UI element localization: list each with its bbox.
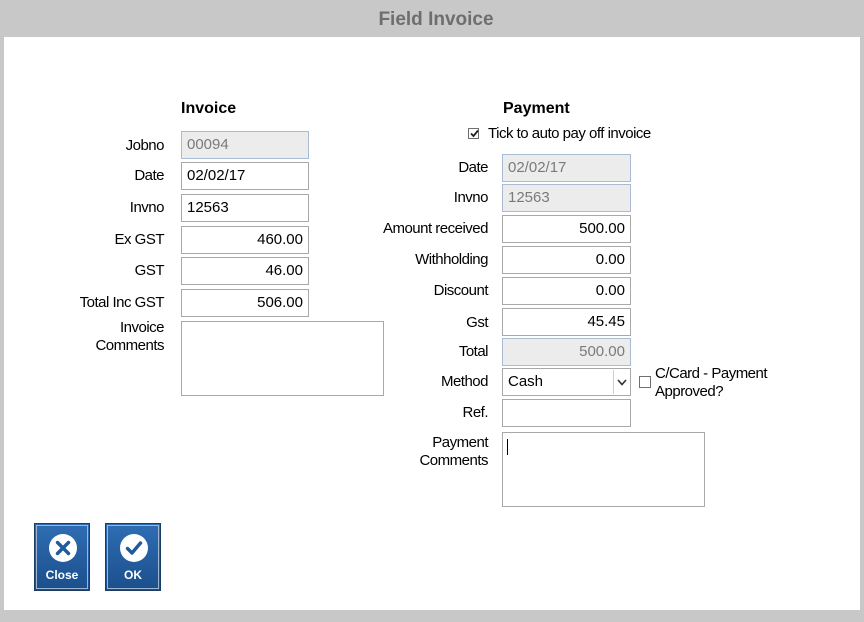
- payment-comments-label-line1: Payment: [432, 434, 488, 451]
- payment-comments-textarea[interactable]: [502, 432, 705, 507]
- payment-date-label: Date: [458, 159, 488, 176]
- payment-heading: Payment: [503, 100, 570, 117]
- invoice-invno-field[interactable]: 12563: [181, 194, 309, 222]
- amount-received-label: Amount received: [382, 220, 489, 237]
- invoice-comments-textarea[interactable]: [181, 321, 384, 396]
- payment-date-field: 02/02/17: [502, 154, 631, 182]
- payment-total-label: Total: [458, 343, 489, 360]
- auto-pay-label: Tick to auto pay off invoice: [488, 125, 651, 142]
- exgst-label: Ex GST: [114, 231, 164, 248]
- field-invoice-dialog: Field Invoice Invoice Jobno 00094 Date 0…: [0, 0, 864, 622]
- invoice-invno-label: Invno: [129, 199, 165, 216]
- ccard-approved-label-line2: Approved?: [655, 383, 724, 400]
- chevron-down-icon[interactable]: [613, 370, 629, 394]
- method-select-value: Cash: [508, 373, 544, 390]
- text-cursor: [507, 439, 508, 455]
- close-button[interactable]: Close: [34, 523, 90, 591]
- ccard-approved-label: C/Card - Payment Approved?: [655, 365, 768, 401]
- discount-field[interactable]: 0.00: [502, 277, 631, 305]
- ok-button[interactable]: OK: [105, 523, 161, 591]
- ccard-approved-label-line1: C/Card - Payment: [655, 365, 768, 382]
- close-button-label: Close: [45, 568, 79, 582]
- check-icon: [120, 534, 148, 562]
- ref-field[interactable]: [502, 399, 631, 427]
- bottom-border: [4, 610, 864, 618]
- ref-label: Ref.: [462, 404, 488, 421]
- jobno-label: Jobno: [125, 137, 165, 154]
- total-inc-gst-label: Total Inc GST: [79, 294, 165, 311]
- payment-comments-label: Payment Comments: [419, 434, 488, 470]
- checkmark-icon: [470, 129, 479, 138]
- invoice-comments-label-line1: Invoice: [119, 319, 165, 336]
- ok-button-label: OK: [124, 568, 142, 582]
- discount-label: Discount: [433, 282, 489, 299]
- payment-invno-label: Invno: [453, 189, 489, 206]
- window-title: Field Invoice: [378, 9, 494, 30]
- jobno-field: 00094: [181, 131, 309, 159]
- ccard-approved-checkbox[interactable]: [639, 376, 651, 388]
- auto-pay-checkbox[interactable]: [468, 128, 479, 139]
- payment-gst-field[interactable]: 45.45: [502, 308, 631, 336]
- invoice-gst-label: GST: [134, 262, 165, 279]
- invoice-comments-label-line2: Comments: [95, 337, 164, 354]
- invoice-date-field[interactable]: 02/02/17: [181, 162, 309, 190]
- title-bar: Field Invoice: [4, 0, 864, 37]
- method-select[interactable]: Cash: [502, 368, 631, 396]
- payment-gst-label: Gst: [466, 314, 488, 331]
- exgst-field[interactable]: 460.00: [181, 226, 309, 254]
- invoice-comments-label: Invoice Comments: [95, 319, 164, 355]
- total-inc-gst-field[interactable]: 506.00: [181, 289, 309, 317]
- withholding-field[interactable]: 0.00: [502, 246, 631, 274]
- invoice-heading: Invoice: [181, 100, 237, 117]
- payment-comments-label-line2: Comments: [419, 452, 488, 469]
- amount-received-field[interactable]: 500.00: [502, 215, 631, 243]
- method-label: Method: [440, 373, 489, 390]
- payment-total-field: 500.00: [502, 338, 631, 366]
- payment-invno-field: 12563: [502, 184, 631, 212]
- close-icon: [49, 534, 77, 562]
- invoice-date-label: Date: [134, 167, 164, 184]
- withholding-label: Withholding: [415, 251, 488, 268]
- invoice-gst-field[interactable]: 46.00: [181, 257, 309, 285]
